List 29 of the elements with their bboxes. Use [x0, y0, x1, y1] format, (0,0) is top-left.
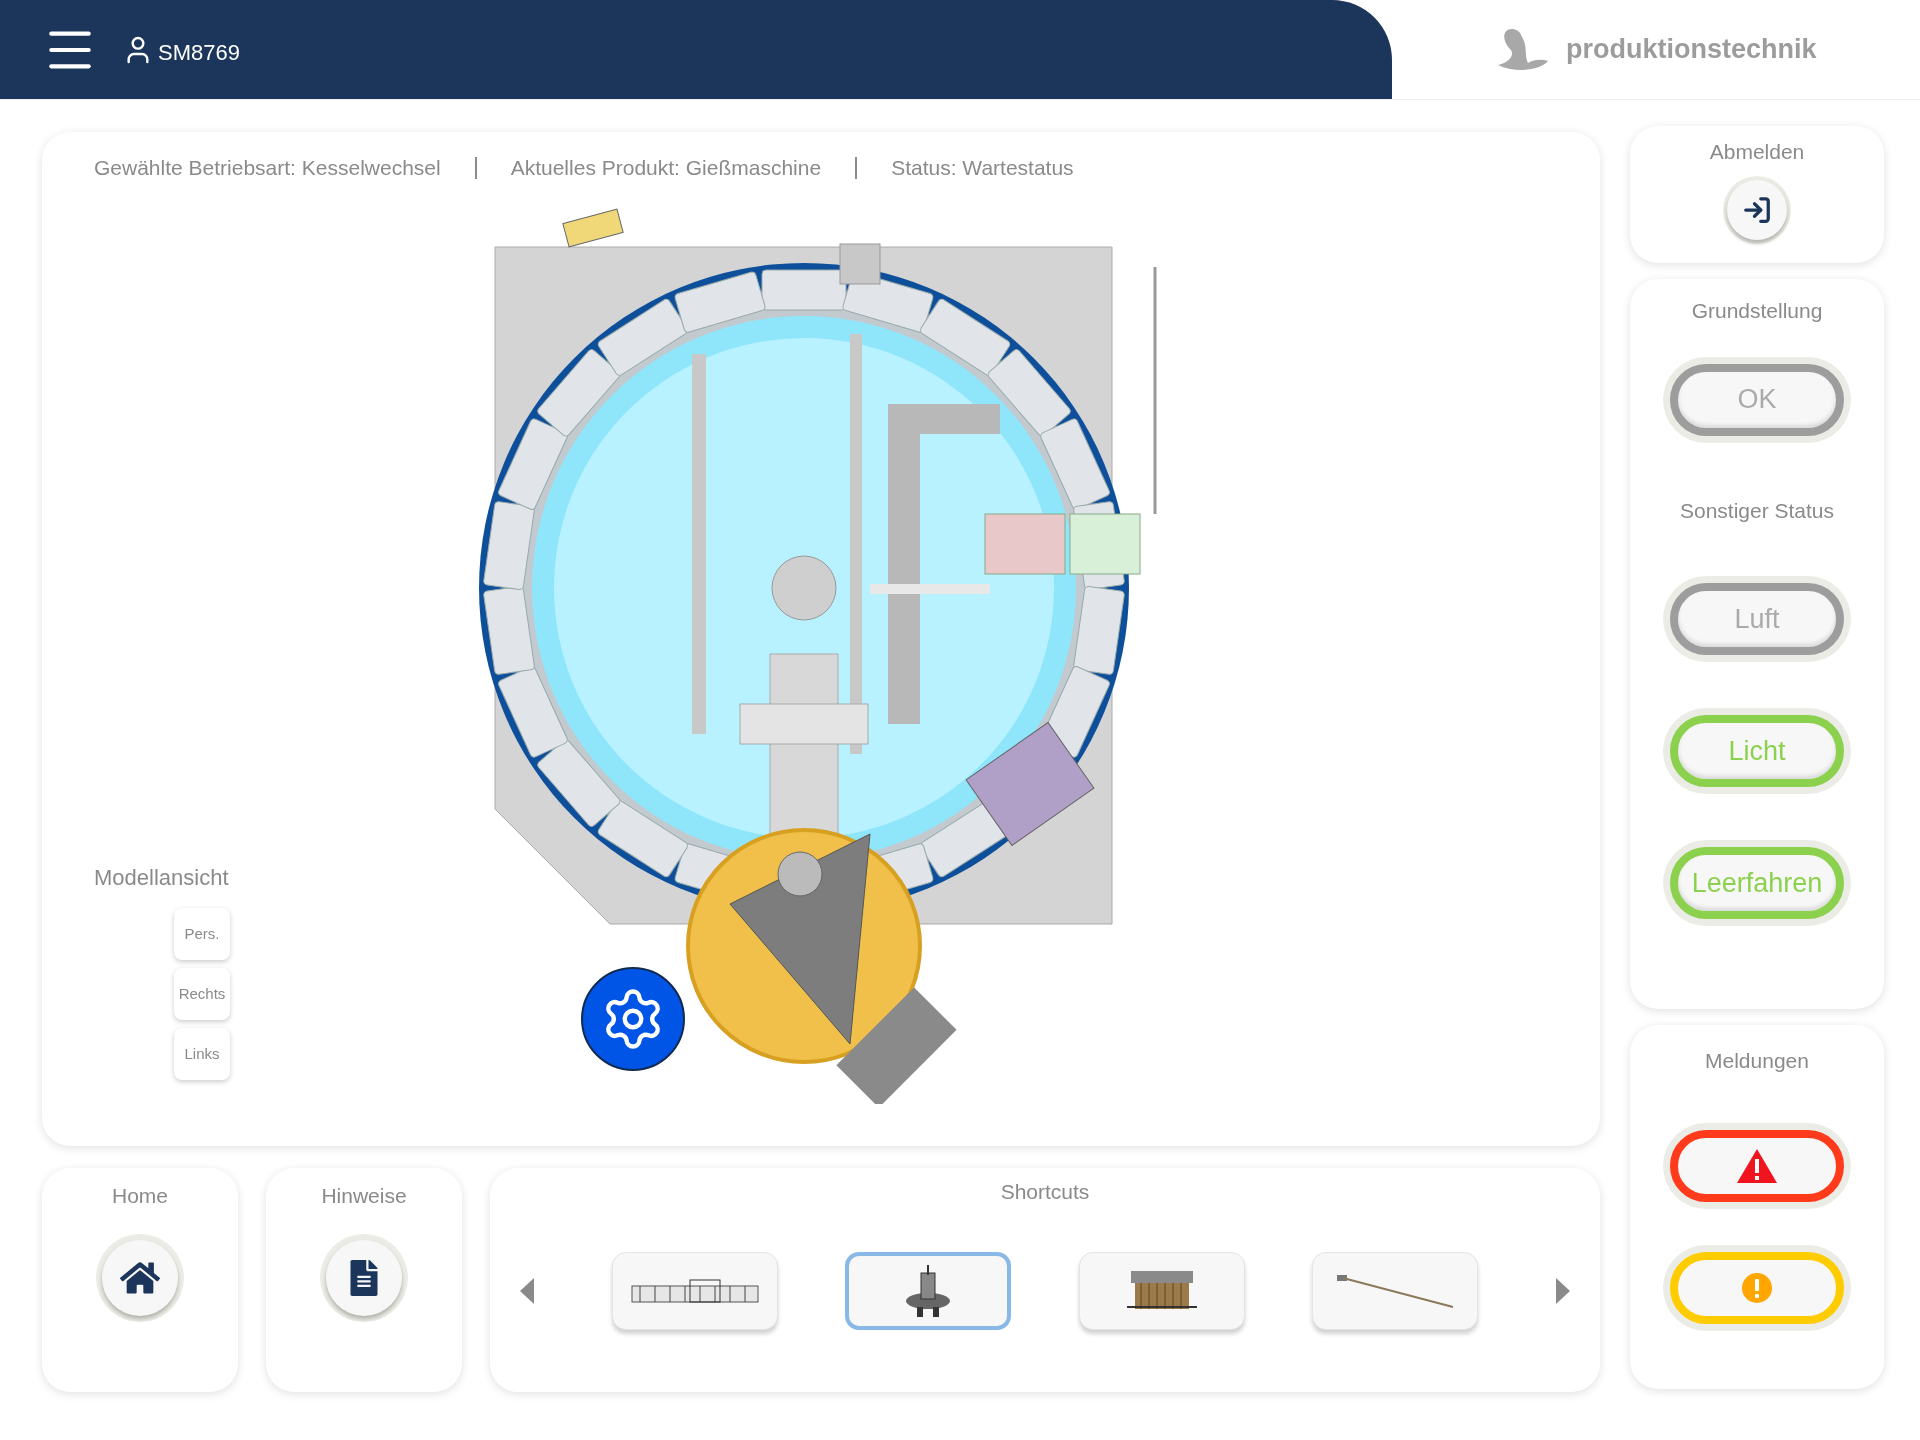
- home-button[interactable]: [102, 1239, 178, 1316]
- logout-button[interactable]: [1727, 179, 1787, 240]
- status-text: Aktuelles Produkt: Gießmaschine: [510, 155, 822, 181]
- user-name: SM8769: [158, 39, 240, 67]
- status-text: Status: Wartestatus: [891, 155, 1074, 181]
- status-button[interactable]: Luft: [1670, 583, 1844, 655]
- status-text: Gewählte Betriebsart: Kesselwechsel: [94, 155, 441, 181]
- model-view-title: Modellansicht: [94, 864, 230, 892]
- view-button[interactable]: Pers.: [174, 908, 230, 960]
- card-title: Hinweise: [321, 1183, 407, 1209]
- view-button[interactable]: Links: [174, 1028, 230, 1080]
- card-title: Grundstellung: [1691, 298, 1823, 324]
- error-button[interactable]: [1670, 1129, 1844, 1202]
- hints-button[interactable]: [326, 1239, 402, 1316]
- brand-name: produktionstechnik: [1566, 33, 1817, 67]
- card-title: Shortcuts: [1000, 1179, 1090, 1205]
- card-title: Sonstiger Status: [1679, 497, 1835, 524]
- card-title: Meldungen: [1705, 1048, 1809, 1074]
- logout-icon: [1742, 194, 1772, 225]
- caret-right-icon: [1556, 1277, 1570, 1304]
- status-button[interactable]: OK: [1670, 363, 1844, 436]
- exclamation-circle-icon: [1741, 1271, 1773, 1304]
- status-button[interactable]: Leerfahren: [1670, 847, 1844, 919]
- shortcut-button[interactable]: [845, 1251, 1012, 1330]
- view-button[interactable]: Rechts: [174, 968, 230, 1020]
- status-button[interactable]: Licht: [1670, 715, 1844, 787]
- card-title: Home: [112, 1183, 168, 1209]
- caret-left-icon: [520, 1277, 534, 1304]
- card-title: Abmelden: [1709, 139, 1805, 165]
